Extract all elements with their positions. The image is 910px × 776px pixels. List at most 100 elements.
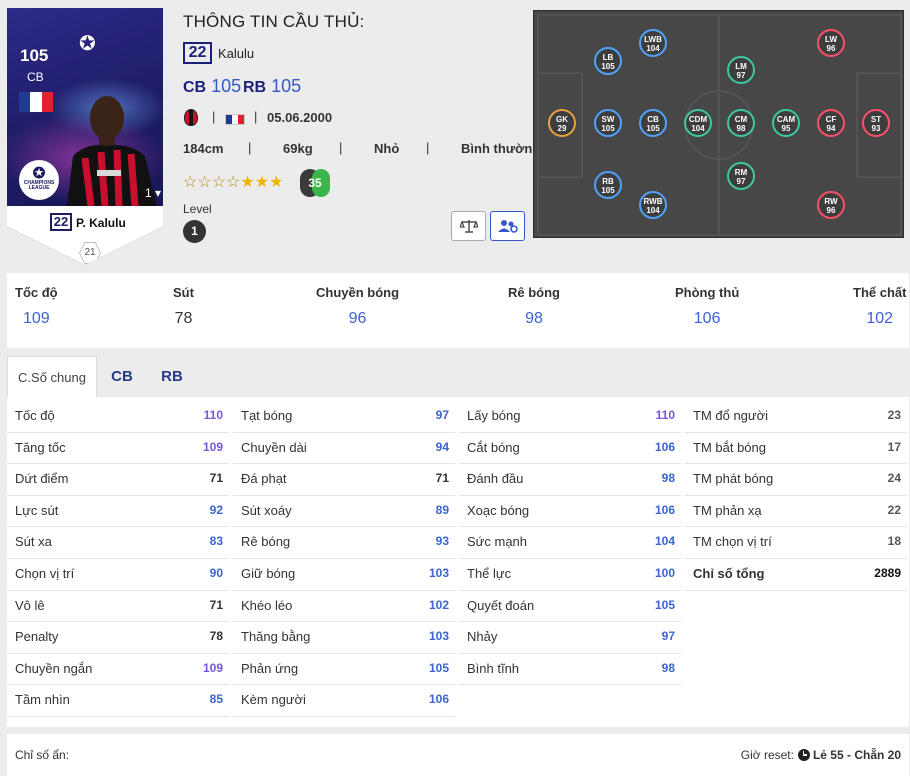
flag-stripe bbox=[41, 92, 53, 112]
height: 184cm bbox=[183, 141, 224, 156]
stat-value: 92 bbox=[209, 502, 223, 517]
summary-label: Thể chất bbox=[853, 285, 907, 300]
pitch-position-gk[interactable]: GK 29 bbox=[548, 109, 576, 137]
stat-name: Sút xa bbox=[15, 534, 52, 550]
level-select-value: 1 bbox=[145, 186, 152, 200]
stat-value: 104 bbox=[654, 534, 675, 549]
pitch-position-st[interactable]: ST 93 bbox=[862, 109, 890, 137]
stat-value: 110 bbox=[655, 408, 675, 422]
pitch-position-rw[interactable]: RW 96 bbox=[817, 191, 845, 219]
pitch-position-rwb[interactable]: RWB 104 bbox=[639, 191, 667, 219]
stat-row: Phản ứng 105 bbox=[233, 654, 455, 686]
pitch-position-rb[interactable]: RB 105 bbox=[594, 171, 622, 199]
summary-value: 96 bbox=[348, 310, 367, 327]
stat-row: Sút xa 83 bbox=[7, 527, 229, 559]
level-select[interactable]: 1 ▾ bbox=[145, 186, 161, 200]
stat-row: Kèm người 106 bbox=[233, 685, 455, 717]
stat-value: 71 bbox=[435, 471, 449, 486]
team-settings-button[interactable] bbox=[490, 211, 525, 241]
summary-label: Tốc độ bbox=[15, 285, 58, 300]
stat-value: 109 bbox=[202, 439, 223, 454]
stat-row: TM bắt bóng 17 bbox=[685, 433, 907, 465]
summary-label: Rê bóng bbox=[508, 285, 560, 300]
tab-rb[interactable]: RB bbox=[160, 356, 184, 398]
pitch-position-lw[interactable]: LW 96 bbox=[817, 29, 845, 57]
pitch-position-value: 96 bbox=[826, 206, 836, 215]
people-gear-icon bbox=[497, 220, 518, 233]
tab-general-stats[interactable]: C.Số chung bbox=[7, 356, 97, 398]
summary-value: 102 bbox=[866, 310, 894, 327]
stat-name: TM bắt bóng bbox=[693, 439, 766, 455]
pitch-position-cdm[interactable]: CDM 104 bbox=[684, 109, 712, 137]
pitch-position-sw[interactable]: SW 105 bbox=[594, 109, 622, 137]
france-flag-icon bbox=[19, 92, 53, 112]
pitch-position-code: CM bbox=[734, 115, 748, 124]
stat-row: TM phản xạ 22 bbox=[685, 496, 907, 528]
pitch-position-value: 105 bbox=[601, 62, 615, 71]
jersey-number: 22 bbox=[183, 42, 212, 64]
position-value: 105 bbox=[271, 76, 302, 96]
stat-value: 97 bbox=[661, 629, 675, 644]
pitch-position-lwb[interactable]: LWB 104 bbox=[639, 29, 667, 57]
skill-weakfoot-text: 35 bbox=[300, 176, 330, 190]
pitch-position-cf[interactable]: CF 94 bbox=[817, 109, 845, 137]
stat-row: Tạt bóng 97 bbox=[233, 401, 455, 433]
stat-name: Chỉ số tổng bbox=[693, 565, 765, 581]
tab-cb[interactable]: CB bbox=[110, 356, 134, 398]
pitch-position-value: 97 bbox=[736, 71, 746, 80]
summary-item-shooting: Sút 78 bbox=[173, 285, 194, 328]
position-pitch: GK 29 LB 105 SW 105 RB 105 LWB 104 CB 105 RWB 104 CDM 1… bbox=[533, 10, 904, 238]
stat-name: Cắt bóng bbox=[467, 439, 520, 455]
stat-row: Chuyền dài 94 bbox=[233, 433, 455, 465]
pitch-position-lm[interactable]: LM 97 bbox=[727, 56, 755, 84]
position-code: CB bbox=[183, 79, 207, 96]
stat-row: TM đổ người 23 bbox=[685, 401, 907, 433]
stat-value: 98 bbox=[661, 471, 675, 486]
stat-name: Chọn vị trí bbox=[15, 565, 75, 581]
stats-column-2: Tạt bóng 97 Chuyền dài 94 Đá phạt 71 Sút xoáy 8… bbox=[233, 401, 455, 717]
summary-label: Sút bbox=[173, 285, 194, 300]
caret-down-icon: ▾ bbox=[151, 186, 162, 200]
stat-name: Sút xoáy bbox=[241, 502, 292, 518]
stat-row: Penalty 78 bbox=[7, 622, 229, 654]
stat-row: Thăng bằng 103 bbox=[233, 622, 455, 654]
hidden-stats-label: Chỉ số ẩn: bbox=[15, 748, 70, 762]
stat-row: Xoạc bóng 106 bbox=[459, 496, 681, 528]
stat-name: Thể lực bbox=[467, 565, 512, 581]
stat-name: TM phản xạ bbox=[693, 502, 762, 518]
stat-value: 71 bbox=[209, 597, 223, 612]
stat-row: Giữ bóng 103 bbox=[233, 559, 455, 591]
pitch-position-code: LW bbox=[825, 35, 837, 44]
star-empty-icon: ☆ bbox=[197, 174, 212, 191]
pitch-position-cm[interactable]: CM 98 bbox=[727, 109, 755, 137]
stat-name: Chuyền ngắn bbox=[15, 660, 93, 676]
stat-row: Thể lực 100 bbox=[459, 559, 681, 591]
stat-row: Đá phạt 71 bbox=[233, 464, 455, 496]
stat-value: 102 bbox=[428, 597, 449, 612]
stat-name: TM đổ người bbox=[693, 408, 769, 423]
pitch-position-lb[interactable]: LB 105 bbox=[594, 47, 622, 75]
stat-row: Lấy bóng 110 bbox=[459, 401, 681, 433]
pitch-position-cb[interactable]: CB 105 bbox=[639, 109, 667, 137]
stat-row: Tăng tốc 109 bbox=[7, 433, 229, 465]
pitch-position-value: 104 bbox=[646, 206, 660, 215]
summary-label: Phòng thủ bbox=[675, 285, 740, 300]
stat-value: 23 bbox=[887, 408, 901, 422]
pitch-position-value: 105 bbox=[601, 186, 615, 195]
summary-value: 78 bbox=[174, 310, 193, 327]
stat-row: Bình tĩnh 98 bbox=[459, 654, 681, 686]
pitch-position-code: CAM bbox=[776, 115, 796, 124]
stat-name: Chuyền dài bbox=[241, 439, 307, 455]
stat-value: 106 bbox=[428, 692, 449, 707]
weak-foot-value: 5 bbox=[315, 176, 322, 190]
stat-name: Penalty bbox=[15, 629, 59, 645]
pitch-position-rm[interactable]: RM 97 bbox=[727, 162, 755, 190]
pitch-position-code: CDM bbox=[688, 115, 708, 124]
stat-name: Nhảy bbox=[467, 629, 498, 645]
separator: | bbox=[426, 140, 430, 155]
compare-button[interactable] bbox=[451, 211, 486, 241]
stats-summary: Tốc độ 109 Sút 78 Chuyền bóng 96 Rê bóng… bbox=[7, 273, 909, 348]
stat-name: Giữ bóng bbox=[241, 565, 296, 581]
starball-icon: ✪ bbox=[32, 165, 46, 182]
pitch-position-cam[interactable]: CAM 95 bbox=[772, 109, 800, 137]
